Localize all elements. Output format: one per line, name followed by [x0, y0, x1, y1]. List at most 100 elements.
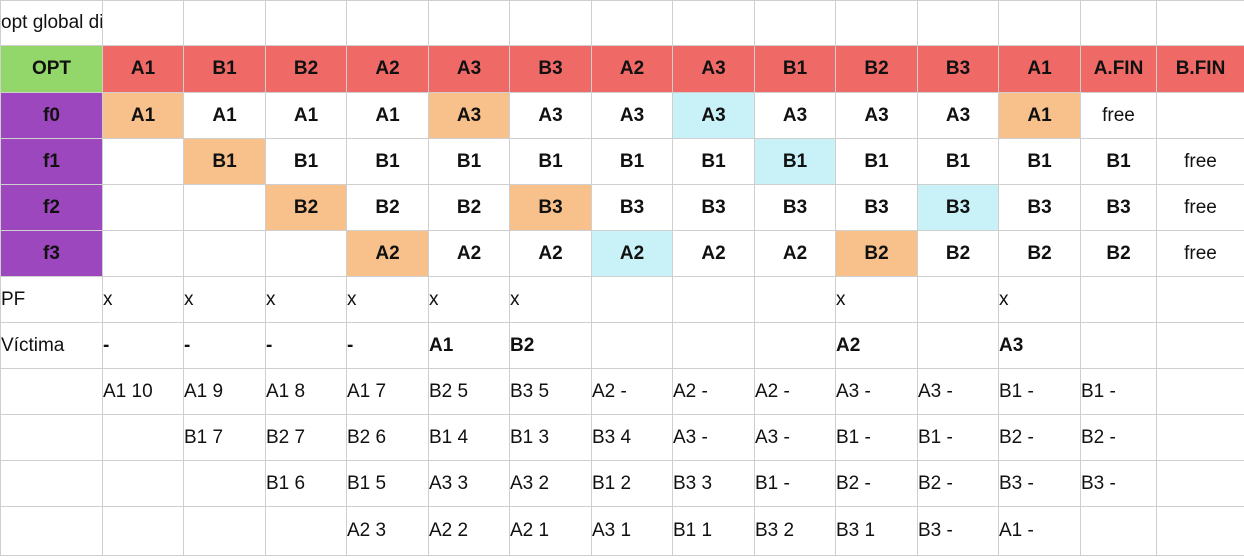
victim-cell[interactable]: A3	[998, 322, 1081, 369]
frame-cell[interactable]: B3	[591, 184, 673, 231]
frame-cell[interactable]: A3	[672, 92, 755, 139]
counter-cell[interactable]: B2 7	[265, 414, 347, 461]
frame-cell[interactable]: B2	[835, 230, 918, 277]
row-label[interactable]: PF	[0, 276, 103, 323]
victim-cell[interactable]: A2	[835, 322, 918, 369]
counter-cell[interactable]: B1 6	[265, 460, 347, 507]
header-cell[interactable]: B.FIN	[1156, 45, 1244, 93]
empty-cell[interactable]	[998, 0, 1081, 46]
counter-cell[interactable]: A3 3	[428, 460, 510, 507]
frame-cell[interactable]: free	[1080, 92, 1157, 139]
pf-cell[interactable]	[1080, 276, 1157, 323]
victim-cell[interactable]: B2	[509, 322, 592, 369]
frame-cell[interactable]: A1	[265, 92, 347, 139]
empty-cell[interactable]	[0, 414, 103, 461]
counter-cell[interactable]: B1 4	[428, 414, 510, 461]
frame-cell[interactable]	[183, 230, 266, 277]
pf-cell[interactable]	[754, 276, 836, 323]
counter-cell[interactable]	[1156, 506, 1244, 556]
pf-cell[interactable]: x	[428, 276, 510, 323]
frame-cell[interactable]: B1	[1080, 138, 1157, 185]
counter-cell[interactable]: A2 -	[754, 368, 836, 415]
pf-cell[interactable]: x	[998, 276, 1081, 323]
counter-cell[interactable]: B3 -	[1080, 460, 1157, 507]
counter-cell[interactable]	[183, 460, 266, 507]
counter-cell[interactable]: A1 -	[998, 506, 1081, 556]
empty-cell[interactable]	[0, 460, 103, 507]
empty-cell[interactable]	[672, 0, 755, 46]
counter-cell[interactable]: B1 -	[917, 414, 999, 461]
frame-cell[interactable]: B3	[754, 184, 836, 231]
empty-cell[interactable]	[1156, 0, 1244, 46]
pf-cell[interactable]: x	[835, 276, 918, 323]
counter-cell[interactable]	[265, 506, 347, 556]
header-cell[interactable]: B1	[183, 45, 266, 93]
frame-cell[interactable]: B1	[754, 138, 836, 185]
empty-cell[interactable]	[428, 0, 510, 46]
header-cell[interactable]: B2	[265, 45, 347, 93]
frame-cell[interactable]: A2	[346, 230, 429, 277]
pf-cell[interactable]: x	[346, 276, 429, 323]
counter-cell[interactable]: B1 3	[509, 414, 592, 461]
empty-cell[interactable]	[265, 0, 347, 46]
frame-cell[interactable]: A3	[835, 92, 918, 139]
frame-cell[interactable]: A2	[509, 230, 592, 277]
counter-cell[interactable]: A1 8	[265, 368, 347, 415]
frame-cell[interactable]: B1	[672, 138, 755, 185]
empty-cell[interactable]	[183, 0, 266, 46]
sheet-title[interactable]: opt global dinamico	[0, 0, 103, 46]
counter-cell[interactable]	[1156, 368, 1244, 415]
victim-cell[interactable]: -	[346, 322, 429, 369]
frame-cell[interactable]: A2	[672, 230, 755, 277]
counter-cell[interactable]: B1 -	[754, 460, 836, 507]
header-cell[interactable]: A2	[591, 45, 673, 93]
counter-cell[interactable]: B2 -	[917, 460, 999, 507]
header-cell[interactable]: A2	[346, 45, 429, 93]
frame-cell[interactable]: A3	[509, 92, 592, 139]
frame-cell[interactable]: A3	[754, 92, 836, 139]
frame-cell[interactable]: B3	[509, 184, 592, 231]
header-cell[interactable]: A.FIN	[1080, 45, 1157, 93]
counter-cell[interactable]: A3 2	[509, 460, 592, 507]
counter-cell[interactable]: A3 1	[591, 506, 673, 556]
empty-cell[interactable]	[346, 0, 429, 46]
counter-cell[interactable]	[102, 414, 184, 461]
counter-cell[interactable]: B2 -	[835, 460, 918, 507]
header-cell[interactable]: A3	[672, 45, 755, 93]
counter-cell[interactable]: B1 5	[346, 460, 429, 507]
row-label[interactable]: Víctima	[0, 322, 103, 369]
frame-cell[interactable]: B2	[917, 230, 999, 277]
counter-cell[interactable]: A1 9	[183, 368, 266, 415]
pf-cell[interactable]	[591, 276, 673, 323]
frame-label[interactable]: f2	[0, 184, 103, 231]
empty-cell[interactable]	[917, 0, 999, 46]
pf-cell[interactable]: x	[102, 276, 184, 323]
empty-cell[interactable]	[1080, 0, 1157, 46]
frame-cell[interactable]: B1	[183, 138, 266, 185]
frame-cell[interactable]: B2	[1080, 230, 1157, 277]
empty-cell[interactable]	[754, 0, 836, 46]
counter-cell[interactable]: B3 3	[672, 460, 755, 507]
frame-cell[interactable]: free	[1156, 230, 1244, 277]
pf-cell[interactable]: x	[265, 276, 347, 323]
frame-cell[interactable]: free	[1156, 184, 1244, 231]
victim-cell[interactable]: -	[102, 322, 184, 369]
victim-cell[interactable]: -	[183, 322, 266, 369]
counter-cell[interactable]: B1 -	[835, 414, 918, 461]
counter-cell[interactable]	[102, 460, 184, 507]
frame-cell[interactable]: B3	[672, 184, 755, 231]
frame-cell[interactable]: A3	[917, 92, 999, 139]
frame-cell[interactable]: A3	[591, 92, 673, 139]
frame-label[interactable]: f0	[0, 92, 103, 139]
counter-cell[interactable]: B2 6	[346, 414, 429, 461]
empty-cell[interactable]	[509, 0, 592, 46]
counter-cell[interactable]: A2 -	[672, 368, 755, 415]
counter-cell[interactable]: A2 -	[591, 368, 673, 415]
frame-cell[interactable]	[102, 230, 184, 277]
counter-cell[interactable]: A3 -	[754, 414, 836, 461]
frame-cell[interactable]: A2	[591, 230, 673, 277]
frame-cell[interactable]: A2	[428, 230, 510, 277]
frame-cell[interactable]: A1	[183, 92, 266, 139]
frame-cell[interactable]: B1	[591, 138, 673, 185]
frame-cell[interactable]: A1	[346, 92, 429, 139]
